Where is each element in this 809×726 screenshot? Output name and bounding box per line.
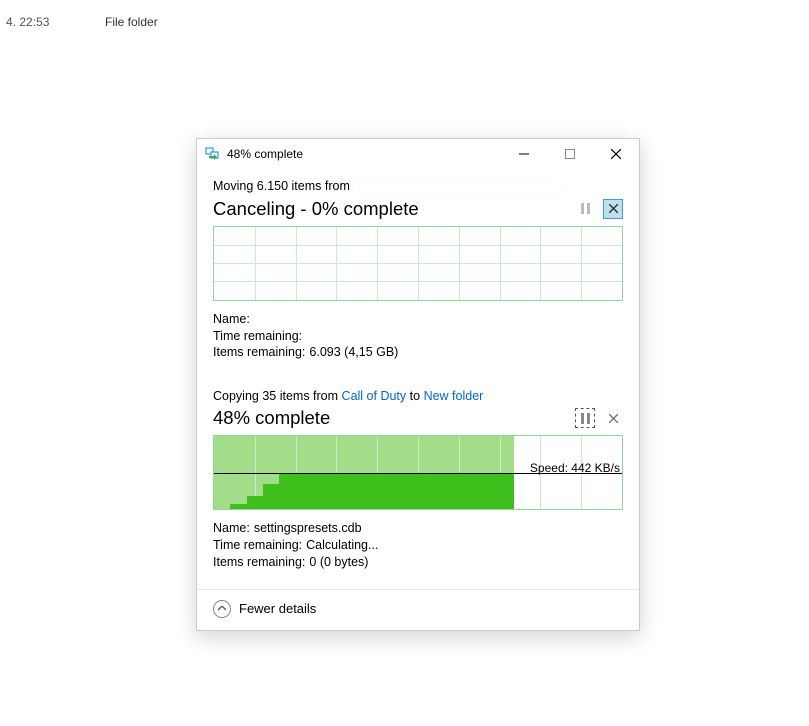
file-copy-dialog: 48% complete Moving 6.150 items from Can… <box>196 138 640 631</box>
window-controls <box>501 139 639 169</box>
op1-header: Canceling - 0% complete <box>213 198 623 220</box>
op1-heading: Canceling - 0% complete <box>213 198 419 220</box>
explorer-date-time: 4. 22:53 <box>6 15 49 29</box>
op2-name-label: Name: <box>213 520 250 537</box>
cancel-button[interactable] <box>603 199 623 219</box>
op1-details: Name: Time remaining: Items remaining: 6… <box>213 311 623 362</box>
dialog-content: Moving 6.150 items from Canceling - 0% c… <box>197 169 639 571</box>
op1-items-remaining-label: Items remaining: <box>213 344 305 361</box>
close-button[interactable] <box>593 139 639 169</box>
op2-time-remaining-value: Calculating... <box>306 537 378 554</box>
op2-to-word: to <box>410 389 420 403</box>
op2-items-remaining-label: Items remaining: <box>213 554 305 571</box>
explorer-file-type: File folder <box>105 15 158 29</box>
op2-details: Name: settingspresets.cdb Time remaining… <box>213 520 623 571</box>
chevron-up-icon[interactable] <box>213 600 231 618</box>
op1-actions <box>575 199 623 219</box>
maximize-button[interactable] <box>547 139 593 169</box>
op2-description: Copying 35 items from Call of Duty to Ne… <box>213 389 623 403</box>
minimize-button[interactable] <box>501 139 547 169</box>
title-bar-text: 48% complete <box>227 147 501 161</box>
op1-redacted-source <box>353 180 563 194</box>
fewer-details-toggle[interactable]: Fewer details <box>239 601 316 616</box>
op2-name-value: settingspresets.cdb <box>254 520 362 537</box>
op2-desc-prefix: Copying 35 items from <box>213 389 338 403</box>
op1-speed-graph <box>213 226 623 301</box>
op2-time-remaining-label: Time remaining: <box>213 537 302 554</box>
op2-actions <box>575 408 623 428</box>
op1-desc-prefix: Moving 6.150 items from <box>213 179 350 193</box>
op1-items-remaining-value: 6.093 (4,15 GB) <box>309 344 398 361</box>
op2-heading: 48% complete <box>213 407 330 429</box>
cancel-button[interactable] <box>603 408 623 428</box>
op1-time-remaining-label: Time remaining: <box>213 328 302 345</box>
op2-speed-label: Speed: 442 KB/s <box>528 461 622 475</box>
op2-dest-link[interactable]: New folder <box>424 389 484 403</box>
op2-block: Copying 35 items from Call of Duty to Ne… <box>213 389 623 571</box>
dialog-footer: Fewer details <box>197 589 639 630</box>
op1-name-redacted <box>254 311 306 323</box>
op1-name-label: Name: <box>213 311 250 328</box>
title-bar[interactable]: 48% complete <box>197 139 639 169</box>
op2-source-link[interactable]: Call of Duty <box>342 389 407 403</box>
pause-button[interactable] <box>575 408 595 428</box>
op1-description: Moving 6.150 items from <box>213 179 623 194</box>
pause-button[interactable] <box>575 199 595 219</box>
op2-items-remaining-value: 0 (0 bytes) <box>309 554 368 571</box>
op2-header: 48% complete <box>213 407 623 429</box>
op2-speed-graph: Speed: 442 KB/s <box>213 435 623 510</box>
copy-move-icon <box>205 146 221 162</box>
